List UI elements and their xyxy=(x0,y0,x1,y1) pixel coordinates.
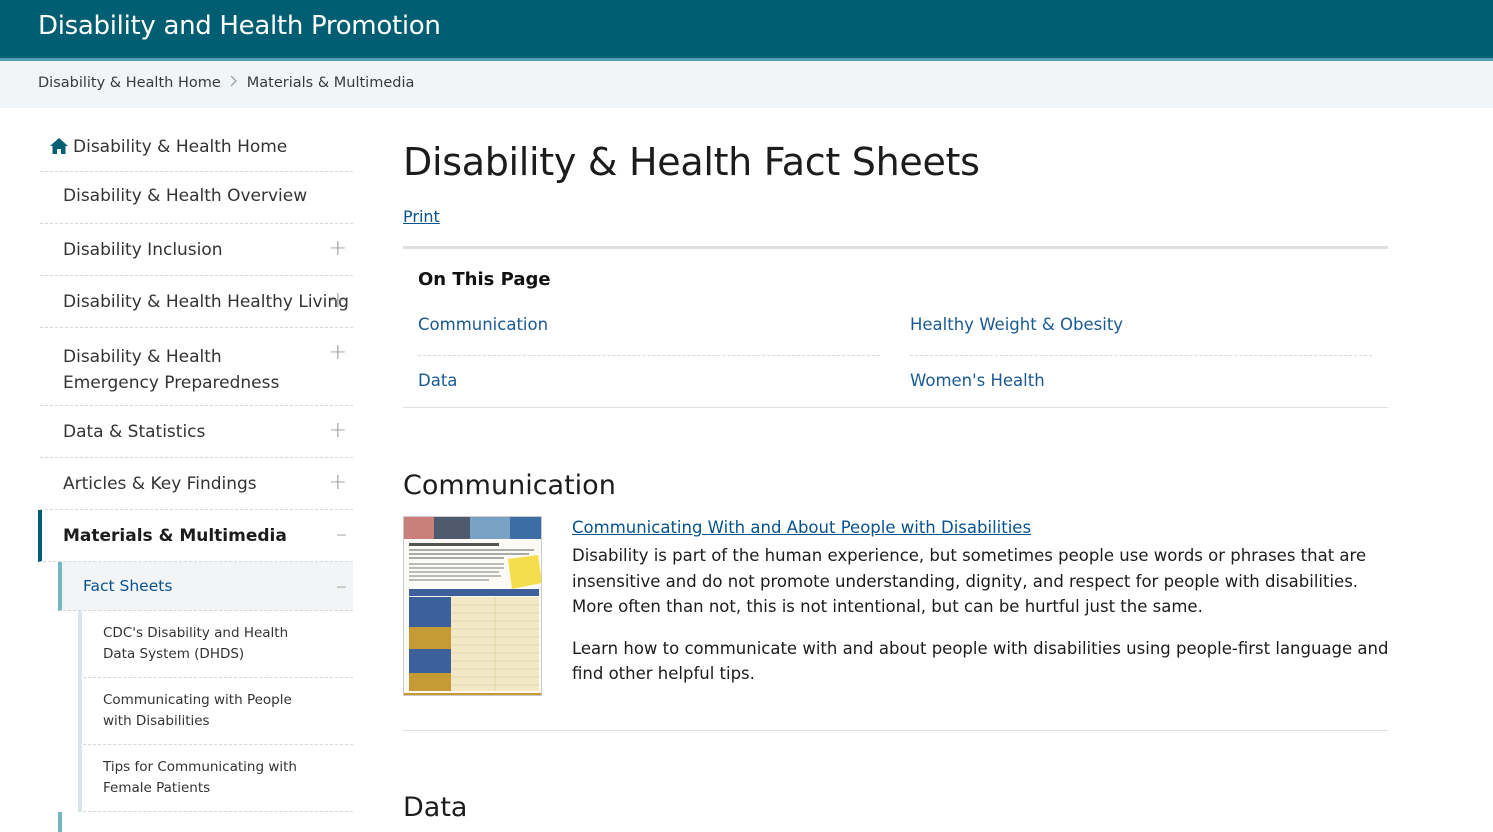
sidebar-item-label: Articles & Key Findings xyxy=(63,474,257,494)
sidebar-item-label: Disability & Health Emergency Preparedne… xyxy=(63,347,280,393)
fact-sheet-thumbnail[interactable] xyxy=(403,516,542,696)
sidebar-item-label: Fact Sheets xyxy=(83,577,173,595)
sidebar-subitem-label: Communicating with People with Disabilit… xyxy=(103,692,292,729)
on-this-page-box: On This Page Communication Healthy Weigh… xyxy=(403,246,1388,408)
sidebar-subitem-label: Tips for Communicating with Female Patie… xyxy=(103,759,297,796)
breadcrumb-home[interactable]: Disability & Health Home xyxy=(38,75,221,91)
section-heading-communication: Communication xyxy=(403,470,616,501)
section-divider xyxy=(403,730,1388,731)
divider xyxy=(418,355,880,356)
home-icon xyxy=(49,137,69,155)
sidebar-item-home[interactable]: Disability & Health Home xyxy=(40,123,353,172)
otp-link-communication[interactable]: Communication xyxy=(418,315,548,334)
sidebar-item-label: Materials & Multimedia xyxy=(63,526,287,546)
breadcrumb-bar: Disability & Health Home Materials & Mul… xyxy=(0,61,1493,108)
otp-link-data[interactable]: Data xyxy=(418,371,457,390)
sidebar-nav: Disability & Health Home Disability & He… xyxy=(38,123,353,832)
minus-icon[interactable]: – xyxy=(336,576,347,598)
sidebar-item-label: Disability & Health Healthy Living xyxy=(63,292,349,312)
plus-icon[interactable]: + xyxy=(329,420,347,442)
plus-icon[interactable]: + xyxy=(329,238,347,260)
on-this-page-title: On This Page xyxy=(418,269,551,290)
sidebar-item-label: Data & Statistics xyxy=(63,422,206,442)
fact-sheet-link-communicating[interactable]: Communicating With and About People with… xyxy=(572,518,1031,537)
sidebar-item-overview[interactable]: Disability & Health Overview xyxy=(40,172,353,224)
breadcrumb: Disability & Health Home Materials & Mul… xyxy=(38,75,414,91)
divider xyxy=(910,355,1372,356)
plus-icon[interactable]: + xyxy=(329,472,347,494)
otp-link-womens-health[interactable]: Women's Health xyxy=(910,371,1045,390)
sidebar-subitem-communicating[interactable]: Communicating with People with Disabilit… xyxy=(78,678,353,745)
sidebar-item-fact-sheets[interactable]: Fact Sheets – xyxy=(58,562,353,611)
sidebar-item-healthy-living[interactable]: Disability & Health Healthy Living + xyxy=(40,276,353,328)
section-heading-data: Data xyxy=(403,792,468,823)
sidebar-item-data-statistics[interactable]: Data & Statistics + xyxy=(40,406,353,458)
sidebar-item-disability-inclusion[interactable]: Disability Inclusion + xyxy=(40,224,353,276)
page-title: Disability & Health Fact Sheets xyxy=(403,140,980,184)
sidebar-item-emergency-preparedness[interactable]: Disability & Health Emergency Preparedne… xyxy=(40,328,353,406)
main-content: Disability & Health Fact Sheets Print On… xyxy=(403,140,1388,823)
description-paragraph: Disability is part of the human experien… xyxy=(572,546,1367,616)
site-header: Disability and Health Promotion xyxy=(0,0,1493,61)
chevron-right-icon xyxy=(230,75,238,91)
sidebar-subitem-female-patients[interactable]: Tips for Communicating with Female Patie… xyxy=(78,745,353,812)
sidebar-item-materials-multimedia[interactable]: Materials & Multimedia – xyxy=(38,510,353,562)
plus-icon[interactable]: + xyxy=(329,342,347,364)
sidebar-item-label: Disability Inclusion xyxy=(63,240,223,260)
sidebar-subitem-dhds[interactable]: CDC's Disability and Health Data System … xyxy=(78,611,353,678)
print-link[interactable]: Print xyxy=(403,207,440,226)
site-title[interactable]: Disability and Health Promotion xyxy=(38,11,441,41)
otp-link-healthy-weight[interactable]: Healthy Weight & Obesity xyxy=(910,315,1123,334)
plus-icon[interactable]: + xyxy=(329,290,347,312)
sidebar-sub-bar xyxy=(58,812,62,832)
breadcrumb-current[interactable]: Materials & Multimedia xyxy=(247,75,415,91)
sidebar-item-articles[interactable]: Articles & Key Findings + xyxy=(40,458,353,510)
sidebar-home-label: Disability & Health Home xyxy=(73,137,288,157)
fact-sheet-description: Disability is part of the human experien… xyxy=(572,543,1392,703)
description-paragraph: Learn how to communicate with and about … xyxy=(572,638,1389,684)
minus-icon[interactable]: – xyxy=(336,524,347,546)
sidebar-item-label: Disability & Health Overview xyxy=(63,186,308,206)
sidebar-subitem-label: CDC's Disability and Health Data System … xyxy=(103,625,289,662)
